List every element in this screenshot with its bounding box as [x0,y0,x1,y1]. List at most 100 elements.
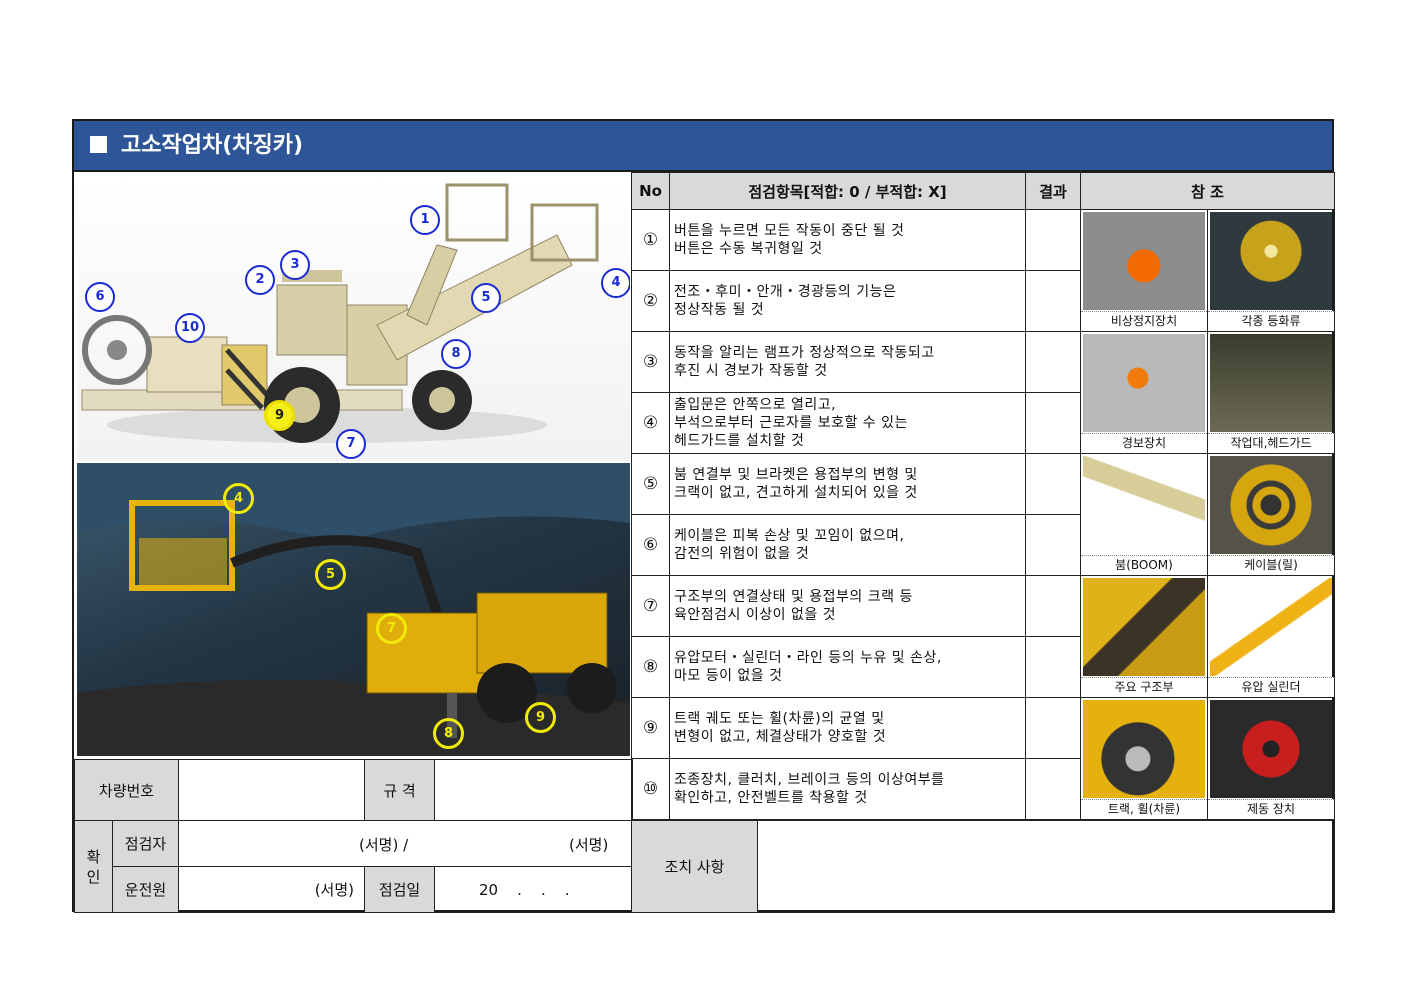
result-cell[interactable] [1025,331,1081,393]
inspection-table: No 점검항목[적합: 0 / 부적합: X] 결과 참 조 ① 버튼을 누르면… [631,172,1336,820]
vehicle-info-form: 차량번호 규 격 확 인 점검자 (서명) / (서명) 운전원 (서명) 점검… [73,759,634,913]
result-cell[interactable] [1025,453,1081,515]
marker-badge: 8 [441,339,471,369]
ref-caption: 비상정지장치 [1081,311,1207,331]
row-item: 트랙 궤도 또는 휠(차륜)의 균열 및 변형이 없고, 체결상태가 양호할 것 [669,697,1026,759]
lights-photo [1210,212,1333,310]
result-cell[interactable] [1025,270,1081,332]
row-number: ⑨ [631,697,670,759]
marker-badge: 9 [525,702,556,733]
ref-cell-hydraulic-cylinder: 유압 실린더 [1206,575,1336,698]
structure-photo [1083,578,1205,676]
ref-cell-lights: 각종 등화류 [1206,209,1336,332]
result-cell[interactable] [1025,758,1081,820]
row-number: ④ [631,392,670,454]
marker-badge: 4 [223,483,254,514]
inspector-label: 점검자 [111,820,180,867]
ref-caption: 유압 실린더 [1208,677,1335,697]
marker-badge: 1 [410,205,440,235]
page-title: 고소작업차(차징카) [121,133,304,158]
row-item: 케이블은 피복 손상 및 꼬임이 없으며, 감전의 위험이 없을 것 [669,514,1026,576]
alarm-photo [1083,334,1205,432]
spec-field[interactable] [434,759,634,821]
ref-cell-wheel: 트랙, 휠(차륜) [1080,697,1208,820]
inspector-sign-mark-2: (서명) [569,836,609,854]
ref-cell-emergency-stop: 비상정지장치 [1080,209,1208,332]
result-cell[interactable] [1025,575,1081,637]
marker-badge: 9 [264,400,295,431]
wheel-photo [1083,700,1205,798]
marker-badge: 6 [85,282,115,312]
cable-reel-photo [1210,456,1333,554]
result-cell[interactable] [1025,697,1081,759]
vehicle-no-field[interactable] [178,759,366,821]
row-item: 출입문은 안쪽으로 열리고, 부석으로부터 근로자를 보호할 수 있는 헤드가드를 … [669,392,1026,454]
row-number: ⑥ [631,514,670,576]
ref-cell-cable-reel: 케이블(릴) [1206,453,1336,576]
header-result: 결과 [1025,172,1081,210]
row-item: 전조・후미・안개・경광등의 기능은 정상작동 될 것 [669,270,1026,332]
ref-cell-boom: 붐(BOOM) [1080,453,1208,576]
spec-label: 규 격 [364,759,436,821]
vehicle-no-label: 차량번호 [73,759,180,821]
marker-badge: 4 [601,268,630,298]
result-cell[interactable] [1025,636,1081,698]
driver-sign-field[interactable]: (서명) [178,866,366,913]
header-no: No [631,172,670,210]
row-item: 붐 연결부 및 브라켓은 용접부의 변형 및 크랙이 없고, 견고하게 설치되어 … [669,453,1026,515]
vehicle-illustration [81,183,599,443]
row-item: 동작을 알리는 램프가 정상적으로 작동되고 후진 시 경보가 작동할 것 [669,331,1026,393]
inspector-sign-field[interactable]: (서명) / (서명) [178,820,634,867]
confirm-label: 확 인 [74,820,113,913]
table-row: ⑦ 구조부의 연결상태 및 용접부의 크랙 등 육안점검시 이상이 없을 것 주요… [631,575,1336,698]
action-label: 조치 사항 [631,820,758,913]
square-bullet-icon [90,136,107,153]
marker-badge: 7 [376,613,407,644]
row-number: ⑧ [631,636,670,698]
ref-caption: 작업대,헤드가드 [1208,433,1335,453]
inspector-sign-mark: (서명) / [359,836,409,854]
ref-cell-structure: 주요 구조부 [1080,575,1208,698]
mine-photo: 4 5 7 8 9 [77,463,630,756]
result-cell[interactable] [1025,392,1081,454]
table-header-row: No 점검항목[적합: 0 / 부적합: X] 결과 참 조 [631,172,1336,210]
ref-caption: 각종 등화류 [1208,311,1335,331]
result-cell[interactable] [1025,209,1081,271]
title-bar: 고소작업차(차징카) [74,121,1332,172]
row-item: 버튼을 누르면 모든 작동이 중단 될 것 버튼은 수동 복귀형일 것 [669,209,1026,271]
row-number: ⑩ [631,758,670,820]
result-cell[interactable] [1025,514,1081,576]
marker-badge: 5 [315,559,346,590]
header-item: 점검항목[적합: 0 / 부적합: X] [669,172,1026,210]
marker-badge: 3 [280,250,310,280]
row-number: ② [631,270,670,332]
header-ref: 참 조 [1079,172,1336,210]
table-row: ⑨ 트랙 궤도 또는 휠(차륜)의 균열 및 변형이 없고, 체결상태가 양호할 … [631,697,1336,820]
ref-cell-brake: 제동 장치 [1206,697,1336,820]
action-form: 조치 사항 [631,820,1335,913]
hydraulic-cylinder-photo [1210,578,1333,676]
table-row: ① 버튼을 누르면 모든 작동이 중단 될 것 버튼은 수동 복귀형일 것 비상정… [631,209,1336,332]
row-number: ③ [631,331,670,393]
inspection-sheet: 고소작업차(차징카) 1 2 3 4 5 6 7 8 9 10 4 5 7 8 … [72,119,1336,913]
row-item: 구조부의 연결상태 및 용접부의 크랙 등 육안점검시 이상이 없을 것 [669,575,1026,637]
headguard-photo [1210,334,1333,432]
driver-sign-mark: (서명) [314,881,355,899]
row-number: ⑤ [631,453,670,515]
date-field[interactable]: 20 . . . [434,866,634,913]
brake-photo [1210,700,1333,798]
emergency-stop-photo [1083,212,1205,310]
table-row: ⑤ 붐 연결부 및 브라켓은 용접부의 변형 및 크랙이 없고, 견고하게 설치되… [631,453,1336,576]
ref-cell-headguard: 작업대,헤드가드 [1206,331,1336,454]
ref-caption: 주요 구조부 [1081,677,1207,697]
marker-badge: 10 [175,313,205,343]
action-field[interactable] [757,820,1335,913]
row-item: 조종장치, 클러치, 브레이크 등의 이상여부를 확인하고, 안전벨트를 착용할 … [669,758,1026,820]
ref-caption: 경보장치 [1081,433,1207,453]
marker-badge: 8 [433,718,464,749]
marker-badge: 5 [471,283,501,313]
row-number: ① [631,209,670,271]
ref-caption: 케이블(릴) [1208,555,1335,575]
vehicle-photo: 1 2 3 4 5 6 7 8 9 10 [77,175,630,461]
date-label: 점검일 [364,866,436,913]
